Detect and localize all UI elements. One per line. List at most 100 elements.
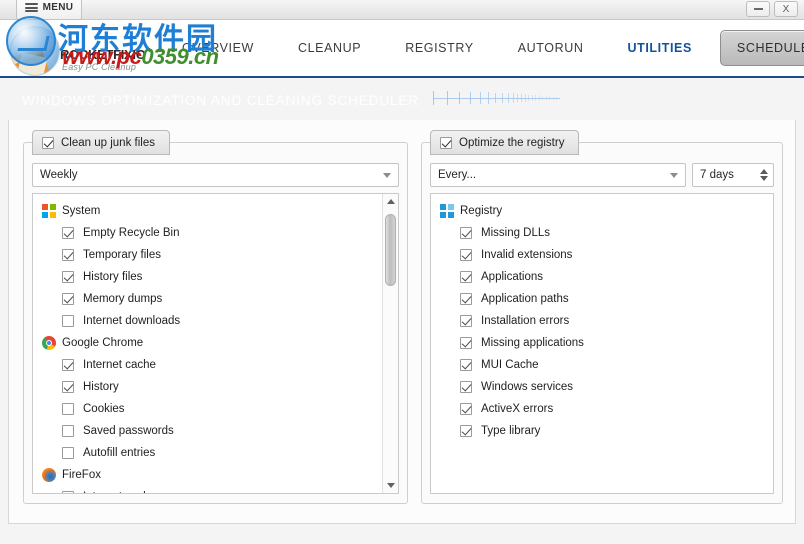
window-controls: X xyxy=(746,1,798,17)
cleanup-frequency-dropdown[interactable]: Weekly xyxy=(32,163,399,187)
list-item[interactable]: Installation errors xyxy=(431,310,773,332)
logo-icon xyxy=(10,26,60,76)
list-item-label: Cookies xyxy=(83,403,125,415)
nav-item-cleanup[interactable]: CLEANUP xyxy=(276,41,383,55)
hamburger-icon xyxy=(24,3,38,12)
registry-frequency-dropdown[interactable]: Every... xyxy=(430,163,686,187)
registry-panel-label: Optimize the registry xyxy=(459,136,565,149)
registry-panel-toggle[interactable]: Optimize the registry xyxy=(430,130,580,155)
list-item[interactable]: Internet cache xyxy=(33,486,398,493)
list-item[interactable]: ActiveX errors xyxy=(431,398,773,420)
cleanup-enable-checkbox[interactable] xyxy=(42,136,54,149)
list-item[interactable]: Temporary files xyxy=(33,244,398,266)
list-item[interactable]: Autofill entries xyxy=(33,442,398,464)
chevron-down-icon xyxy=(383,172,391,178)
list-item[interactable]: Internet downloads xyxy=(33,310,398,332)
list-item[interactable]: Internet cache xyxy=(33,354,398,376)
list-item[interactable]: Windows services xyxy=(431,376,773,398)
list-item-label: ActiveX errors xyxy=(481,403,554,415)
list-item-checkbox[interactable] xyxy=(460,425,472,437)
brand-tagline: Easy PC Cleanup xyxy=(62,62,137,72)
list-item-label: Invalid extensions xyxy=(481,249,573,261)
list-item-label: Empty Recycle Bin xyxy=(83,227,180,239)
list-item-checkbox[interactable] xyxy=(62,425,74,437)
list-item[interactable]: Empty Recycle Bin xyxy=(33,222,398,244)
application-window: MENU X ROCKETFIXIO Easy PC Cleanup OVERV… xyxy=(0,0,804,544)
scroll-up-button[interactable] xyxy=(383,194,398,209)
caret-up-icon xyxy=(386,199,395,204)
registry-schedule-controls: Every... 7 days xyxy=(430,163,774,187)
nav-item-overview[interactable]: OVERVIEW xyxy=(160,41,276,55)
list-item-label: Installation errors xyxy=(481,315,570,327)
registry-enable-checkbox[interactable] xyxy=(440,136,452,149)
list-item-checkbox[interactable] xyxy=(460,315,472,327)
cleanup-panel-toggle[interactable]: Clean up junk files xyxy=(32,130,170,155)
caret-down-icon xyxy=(386,483,395,488)
main-navigation: OVERVIEW CLEANUP REGISTRY AUTORUN UTILIT… xyxy=(160,20,804,76)
list-group-label: System xyxy=(62,205,101,217)
list-item-label: Missing DLLs xyxy=(481,227,551,239)
list-item-checkbox[interactable] xyxy=(460,403,472,415)
list-item-checkbox[interactable] xyxy=(460,293,472,305)
registry-list[interactable]: Registry Missing DLLs Invalid extensions Ap… xyxy=(430,193,774,494)
list-item-label: History files xyxy=(83,271,143,283)
close-button[interactable]: X xyxy=(774,1,798,17)
list-item[interactable]: History files xyxy=(33,266,398,288)
list-group-header: FireFox xyxy=(33,464,398,486)
list-item[interactable]: Memory dumps xyxy=(33,288,398,310)
cleanup-list[interactable]: System Empty Recycle Bin Temporary files Hi… xyxy=(32,193,399,494)
stepper-arrows-icon[interactable] xyxy=(760,169,768,181)
close-icon: X xyxy=(782,3,790,15)
nav-item-autorun[interactable]: AUTORUN xyxy=(496,41,606,55)
scroll-down-button[interactable] xyxy=(383,478,398,493)
list-group-header: Google Chrome xyxy=(33,332,398,354)
registry-interval-stepper[interactable]: 7 days xyxy=(692,163,774,187)
list-item[interactable]: Application paths xyxy=(431,288,773,310)
list-item[interactable]: Applications xyxy=(431,266,773,288)
minimize-button[interactable] xyxy=(746,1,770,17)
list-item[interactable]: Invalid extensions xyxy=(431,244,773,266)
menu-button[interactable]: MENU xyxy=(16,0,82,20)
list-item-label: Temporary files xyxy=(83,249,161,261)
list-item-checkbox[interactable] xyxy=(62,491,74,493)
nav-item-registry[interactable]: REGISTRY xyxy=(383,41,495,55)
nav-item-scheduler[interactable]: SCHEDULER xyxy=(719,30,804,66)
list-item-checkbox[interactable] xyxy=(62,403,74,415)
list-item-checkbox[interactable] xyxy=(460,381,472,393)
scrollbar-thumb[interactable] xyxy=(385,214,396,286)
list-item-label: Windows services xyxy=(481,381,574,393)
list-item-checkbox[interactable] xyxy=(62,249,74,261)
registry-interval-value: 7 days xyxy=(700,169,734,181)
title-bar: MENU X xyxy=(0,0,804,20)
cleanup-panel-label: Clean up junk files xyxy=(61,136,155,149)
list-item-checkbox[interactable] xyxy=(62,293,74,305)
list-item-checkbox[interactable] xyxy=(460,359,472,371)
list-item[interactable]: Saved passwords xyxy=(33,420,398,442)
list-item-checkbox[interactable] xyxy=(62,227,74,239)
list-item[interactable]: Cookies xyxy=(33,398,398,420)
list-item-checkbox[interactable] xyxy=(62,447,74,459)
stepper-up-icon[interactable] xyxy=(760,169,768,174)
list-item-checkbox[interactable] xyxy=(62,359,74,371)
cleanup-frequency-value: Weekly xyxy=(40,169,78,181)
list-item-label: Application paths xyxy=(481,293,569,305)
stepper-down-icon[interactable] xyxy=(760,176,768,181)
list-item[interactable]: History xyxy=(33,376,398,398)
list-item[interactable]: Type library xyxy=(431,420,773,442)
list-item-checkbox[interactable] xyxy=(62,315,74,327)
list-item[interactable]: Missing applications xyxy=(431,332,773,354)
list-item[interactable]: MUI Cache xyxy=(431,354,773,376)
list-item[interactable]: Missing DLLs xyxy=(431,222,773,244)
list-item-checkbox[interactable] xyxy=(62,381,74,393)
cleanup-schedule-controls: Weekly xyxy=(32,163,399,187)
cleanup-list-scrollbar[interactable] xyxy=(382,194,398,493)
list-item-label: Memory dumps xyxy=(83,293,163,305)
section-banner: WINDOWS OPTIMIZATION AND CLEANING SCHEDU… xyxy=(8,80,796,120)
list-item-checkbox[interactable] xyxy=(460,227,472,239)
nav-item-utilities[interactable]: UTILITIES xyxy=(605,41,713,55)
list-item-checkbox[interactable] xyxy=(460,271,472,283)
list-item-checkbox[interactable] xyxy=(62,271,74,283)
list-item-checkbox[interactable] xyxy=(460,337,472,349)
list-item-checkbox[interactable] xyxy=(460,249,472,261)
registry-list-content: Registry Missing DLLs Invalid extensions Ap… xyxy=(431,194,773,442)
